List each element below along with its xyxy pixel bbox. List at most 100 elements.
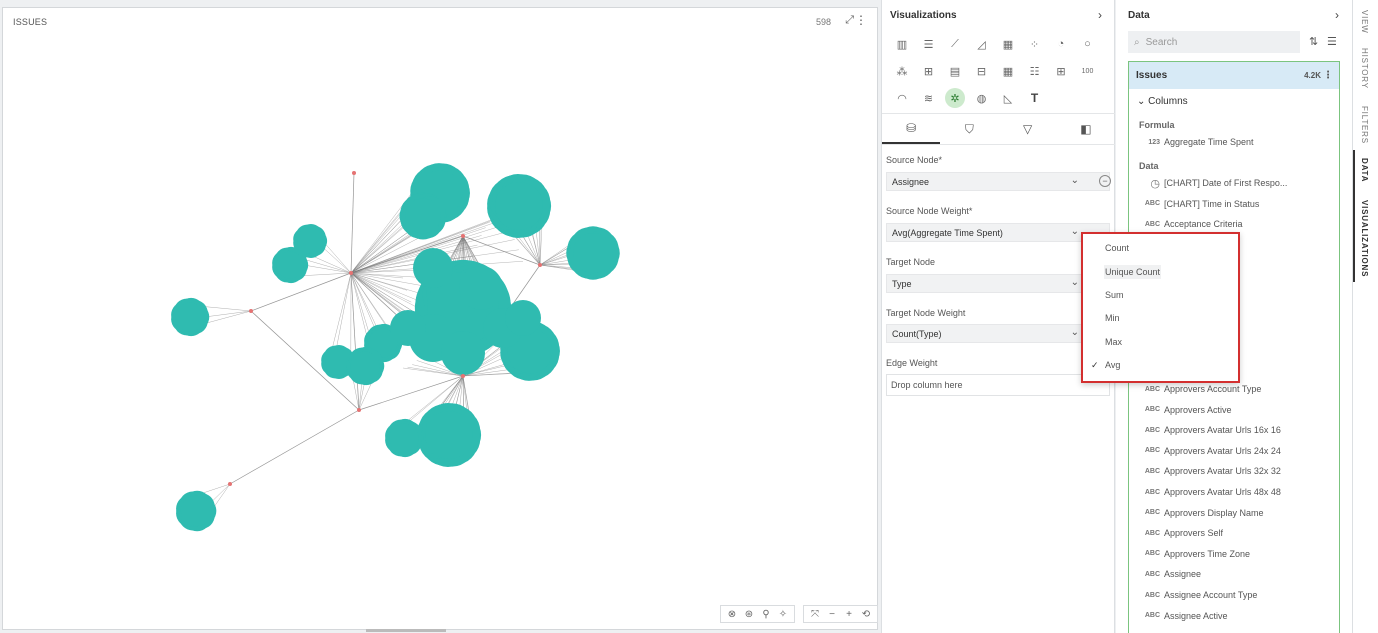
grid-table-icon[interactable]: ▦ <box>998 61 1018 81</box>
option-count[interactable]: Count <box>1104 241 1130 255</box>
column-item[interactable]: ABC Assignee <box>1145 564 1201 584</box>
column-chart-icon[interactable]: ▥ <box>892 34 912 54</box>
unpin-icon[interactable]: ✧ <box>777 609 789 620</box>
hub-node[interactable] <box>461 234 465 238</box>
source-node-select[interactable]: Assignee ⌄ − <box>886 172 1111 191</box>
dataset-menu-icon[interactable]: ⋮ <box>1323 70 1333 81</box>
sankey-icon[interactable]: ≋ <box>919 88 939 108</box>
tab-data-config[interactable]: ⛁ <box>882 114 941 144</box>
hub-node[interactable] <box>538 263 542 267</box>
column-item[interactable]: ABC Approvers Time Zone <box>1145 544 1250 564</box>
tab-history[interactable]: HISTORY <box>1360 48 1369 89</box>
heatmap-icon[interactable]: ⊞ <box>1051 61 1071 81</box>
visualizations-title: Visualizations <box>890 10 957 21</box>
scatter-chart-icon[interactable]: ⁘ <box>1025 34 1045 54</box>
column-item[interactable]: ABC Approvers Avatar Urls 16x 16 <box>1145 420 1281 440</box>
network-graph[interactable] <box>3 8 879 631</box>
graph-node[interactable] <box>175 302 205 332</box>
column-item[interactable]: ABC Approvers Self <box>1145 523 1223 543</box>
column-item[interactable]: ABC [CHART] Time in Status <box>1145 194 1260 214</box>
pivot-table-icon[interactable]: ⊞ <box>919 61 939 81</box>
chevron-down-icon: ⌄ <box>1070 327 1079 338</box>
graph-node[interactable] <box>350 351 380 381</box>
pin-icon[interactable]: ⚲ <box>760 609 772 620</box>
column-item[interactable]: ABC Approvers Active <box>1145 400 1232 420</box>
area-chart-icon[interactable]: ◿ <box>972 34 992 54</box>
zoom-in-icon[interactable]: + <box>843 609 855 620</box>
remove-field-icon[interactable]: − <box>1099 175 1111 187</box>
zoom-out-icon[interactable]: − <box>826 609 838 620</box>
tab-visualizations[interactable]: VISUALIZATIONS <box>1360 200 1369 277</box>
horizontal-scrollbar[interactable] <box>366 629 446 632</box>
option-sum[interactable]: Sum <box>1104 288 1125 302</box>
fit-screen-icon[interactable]: ⤧ <box>809 609 821 620</box>
option-max[interactable]: Max <box>1104 335 1123 349</box>
graph-node[interactable] <box>297 228 323 254</box>
gauge-icon[interactable]: ◠ <box>892 88 912 108</box>
sort-icon[interactable]: ⇅ <box>1309 35 1318 48</box>
column-item[interactable]: ABC Approvers Display Name <box>1145 503 1264 523</box>
funnel-icon[interactable]: ◺ <box>998 88 1018 108</box>
tab-analytics[interactable]: ◧ <box>1057 114 1115 144</box>
column-item[interactable]: ABC Approvers Avatar Urls 24x 24 <box>1145 441 1281 461</box>
edge-weight-dropzone[interactable]: Drop column here <box>886 374 1110 396</box>
network-graph-icon[interactable]: ✲ <box>945 88 965 108</box>
graph-node[interactable] <box>459 266 503 310</box>
target-weight-select[interactable]: Count(Type) ⌄ <box>886 324 1110 343</box>
target-node-select[interactable]: Type ⌄ <box>886 274 1110 293</box>
tab-filter[interactable]: ▽ <box>999 114 1057 144</box>
column-item[interactable]: ABC Approvers Avatar Urls 48x 48 <box>1145 482 1281 502</box>
combo-chart-icon[interactable]: ▦ <box>998 34 1018 54</box>
dataset-header[interactable]: Issues 4.2K ⋮ <box>1129 62 1339 89</box>
option-min[interactable]: Min <box>1104 311 1121 325</box>
column-item[interactable]: ◷ [CHART] Date of First Respo... <box>1150 173 1287 193</box>
tree-table-icon[interactable]: ☷ <box>1025 61 1045 81</box>
tab-data[interactable]: DATA <box>1360 158 1369 182</box>
column-item[interactable]: ABC Approvers Avatar Urls 32x 32 <box>1145 461 1281 481</box>
list-options-icon[interactable]: ☰ <box>1327 35 1337 48</box>
hub-node[interactable] <box>349 271 353 275</box>
donut-chart-icon[interactable]: ○ <box>1078 34 1098 54</box>
collapse-data-icon[interactable]: › <box>1335 8 1339 22</box>
graph-node[interactable] <box>495 182 543 230</box>
search-input[interactable]: ⌕ Search <box>1128 31 1300 53</box>
graph-node[interactable] <box>276 251 304 279</box>
summary-table-icon[interactable]: ⊟ <box>972 61 992 81</box>
bubble-chart-icon[interactable]: ⁂ <box>892 61 912 81</box>
graph-node[interactable] <box>505 300 541 336</box>
table-icon[interactable]: ▤ <box>945 61 965 81</box>
column-item[interactable]: ABC Assignee Account Type <box>1145 585 1258 605</box>
pie-chart-icon[interactable]: ◔ <box>1051 34 1071 54</box>
column-item[interactable]: ABC Assignee Active <box>1145 606 1228 626</box>
text-icon[interactable]: T <box>1025 88 1045 108</box>
hub-node[interactable] <box>357 408 361 412</box>
kpi-icon[interactable]: 100 <box>1078 61 1098 81</box>
graph-node[interactable] <box>180 495 212 527</box>
hub-node[interactable] <box>228 482 232 486</box>
hub-node[interactable] <box>352 171 356 175</box>
graph-node[interactable] <box>389 423 419 453</box>
columns-toggle[interactable]: ⌄ Columns <box>1137 96 1188 107</box>
map-icon[interactable]: ◍ <box>972 88 992 108</box>
reset-zoom-icon[interactable]: ⟲ <box>860 609 872 620</box>
column-item[interactable]: 123 Aggregate Time Spent <box>1148 132 1253 152</box>
tab-view[interactable]: VIEW <box>1360 10 1369 34</box>
tab-format[interactable]: ⛉ <box>940 114 998 144</box>
option-avg[interactable]: Avg <box>1104 358 1121 372</box>
layout-alt-icon[interactable]: ⊛ <box>743 609 755 620</box>
graph-node[interactable] <box>441 331 485 375</box>
graph-node[interactable] <box>390 310 426 346</box>
graph-node[interactable] <box>573 233 613 273</box>
line-chart-icon[interactable]: ⟋ <box>945 34 965 54</box>
hub-node[interactable] <box>249 309 253 313</box>
graph-node[interactable] <box>425 411 473 459</box>
bar-chart-icon[interactable]: ☰ <box>919 34 939 54</box>
hub-node[interactable] <box>461 374 465 378</box>
graph-node[interactable] <box>405 198 441 234</box>
layout-icon[interactable]: ⊗ <box>726 609 738 620</box>
collapse-visualizations-icon[interactable]: › <box>1098 8 1102 22</box>
tab-filters[interactable]: FILTERS <box>1360 106 1369 144</box>
option-unique-count[interactable]: Unique Count <box>1104 265 1162 279</box>
source-weight-select[interactable]: Avg(Aggregate Time Spent) ⌄ <box>886 223 1110 242</box>
graph-node[interactable] <box>413 248 453 288</box>
